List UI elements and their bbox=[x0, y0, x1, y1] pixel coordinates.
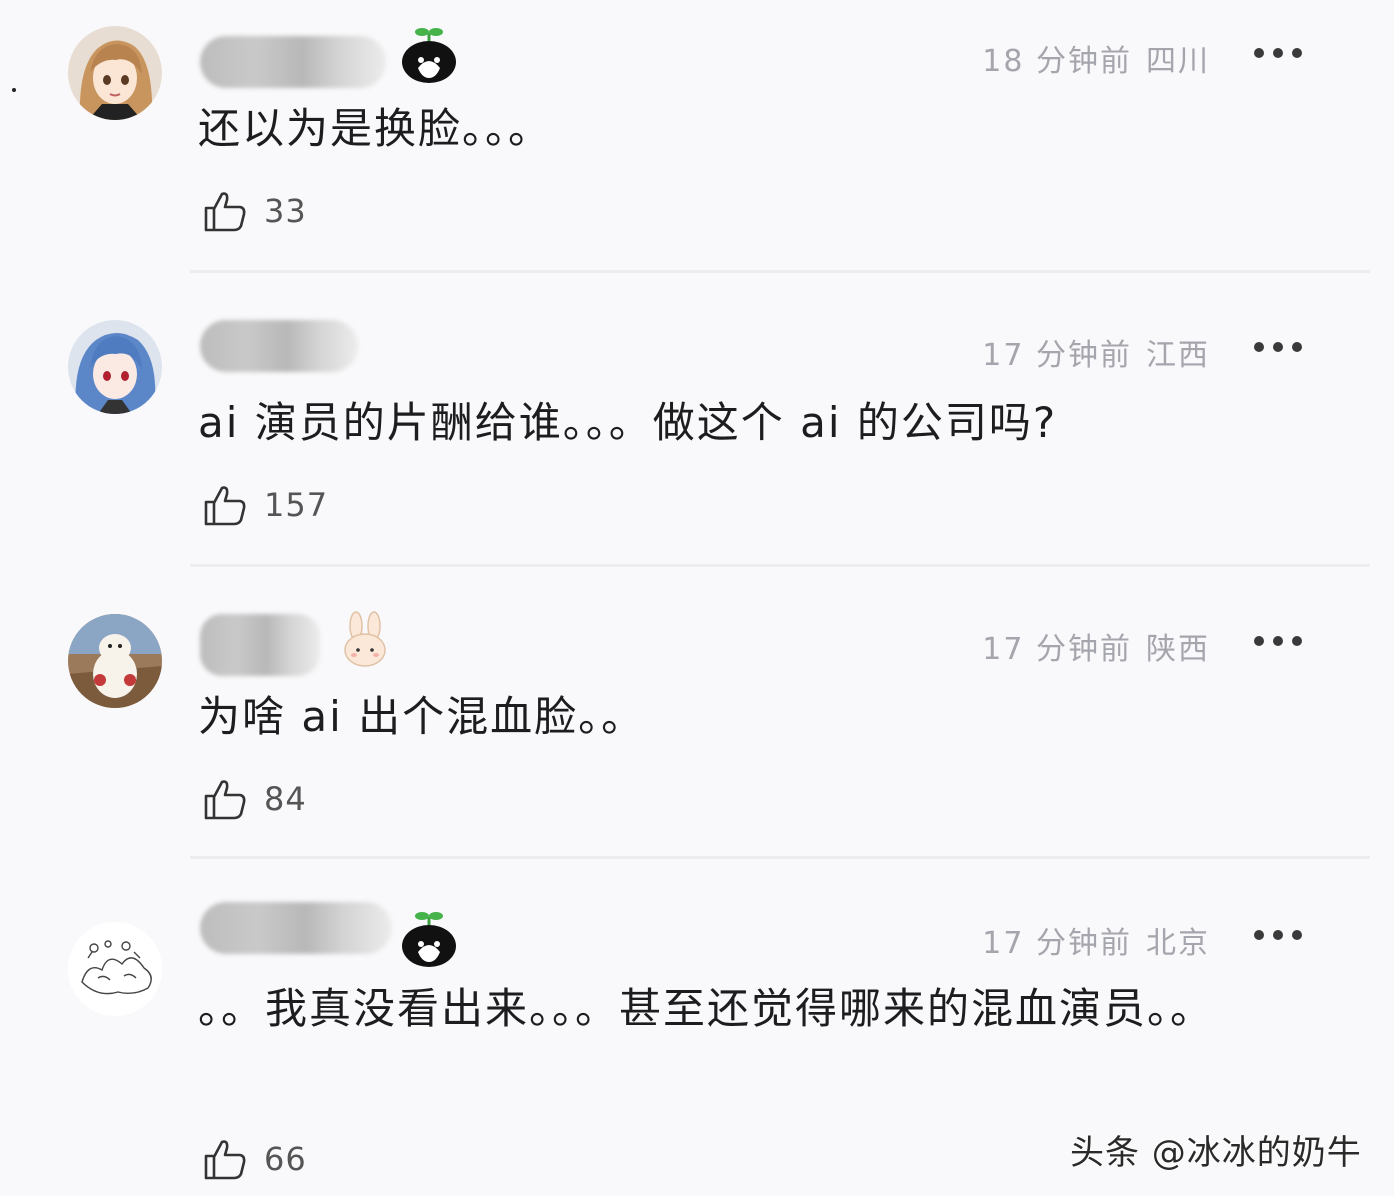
comment-meta: 17 分钟前 北京 bbox=[982, 918, 1210, 962]
watermark: 头条 @冰冰的奶牛 bbox=[1070, 1133, 1362, 1173]
avatar[interactable] bbox=[68, 614, 162, 708]
comment-item: 17 分钟前 江西 ai 演员的片酬给谁。。。做这个 ai 的公司吗? 157 bbox=[0, 280, 1394, 570]
comment-item: 18 分钟前 四川 还以为是换脸。。。 33 bbox=[0, 0, 1394, 280]
like-button[interactable]: 33 bbox=[202, 188, 307, 234]
divider bbox=[190, 856, 1370, 859]
username-blurred[interactable] bbox=[200, 902, 392, 954]
cat-sprout-badge-icon bbox=[398, 908, 460, 970]
comment-text: 还以为是换脸。。。 bbox=[198, 104, 553, 153]
like-count: 66 bbox=[264, 1140, 307, 1178]
cat-sprout-badge-icon bbox=[398, 24, 460, 86]
thumbs-up-icon bbox=[204, 486, 246, 526]
comment-location: 北京 bbox=[1146, 926, 1210, 961]
like-button[interactable]: 157 bbox=[202, 482, 328, 528]
more-options-icon[interactable] bbox=[1254, 928, 1302, 942]
divider bbox=[190, 270, 1370, 273]
username-blurred[interactable] bbox=[200, 614, 320, 676]
avatar[interactable] bbox=[68, 26, 162, 120]
like-count: 33 bbox=[264, 192, 307, 230]
username-blurred[interactable] bbox=[200, 320, 358, 372]
username-blurred[interactable] bbox=[200, 36, 386, 88]
comment-meta: 17 分钟前 陕西 bbox=[982, 624, 1210, 668]
avatar[interactable] bbox=[68, 922, 162, 1016]
comment-text: 。。我真没看出来。。。甚至还觉得哪来的混血演员。。 bbox=[198, 984, 1215, 1033]
comment-time: 17 分钟前 bbox=[982, 338, 1132, 373]
comment-location: 江西 bbox=[1146, 338, 1210, 373]
more-options-icon[interactable] bbox=[1254, 634, 1302, 648]
more-options-icon[interactable] bbox=[1254, 46, 1302, 60]
like-button[interactable]: 84 bbox=[202, 776, 307, 822]
comment-text: ai 演员的片酬给谁。。。做这个 ai 的公司吗? bbox=[198, 398, 1058, 447]
comment-text: 为啥 ai 出个混血脸。。 bbox=[198, 692, 646, 741]
comment-meta: 17 分钟前 江西 bbox=[982, 330, 1210, 374]
comment-location: 四川 bbox=[1146, 44, 1210, 79]
more-options-icon[interactable] bbox=[1254, 340, 1302, 354]
thumbs-up-icon bbox=[204, 780, 246, 820]
comment-time: 18 分钟前 bbox=[982, 44, 1132, 79]
comment-item: 17 分钟前 陕西 为啥 ai 出个混血脸。。 84 bbox=[0, 570, 1394, 860]
comment-time: 17 分钟前 bbox=[982, 926, 1132, 961]
like-count: 157 bbox=[264, 486, 329, 524]
comment-location: 陕西 bbox=[1146, 632, 1210, 667]
thumbs-up-icon bbox=[204, 1140, 246, 1180]
avatar[interactable] bbox=[68, 320, 162, 414]
comment-meta: 18 分钟前 四川 bbox=[982, 36, 1210, 80]
bunny-badge-icon bbox=[334, 610, 396, 672]
like-button[interactable]: 66 bbox=[202, 1136, 307, 1182]
like-count: 84 bbox=[264, 780, 307, 818]
divider bbox=[190, 564, 1370, 567]
thumbs-up-icon bbox=[204, 192, 246, 232]
comment-time: 17 分钟前 bbox=[982, 632, 1132, 667]
